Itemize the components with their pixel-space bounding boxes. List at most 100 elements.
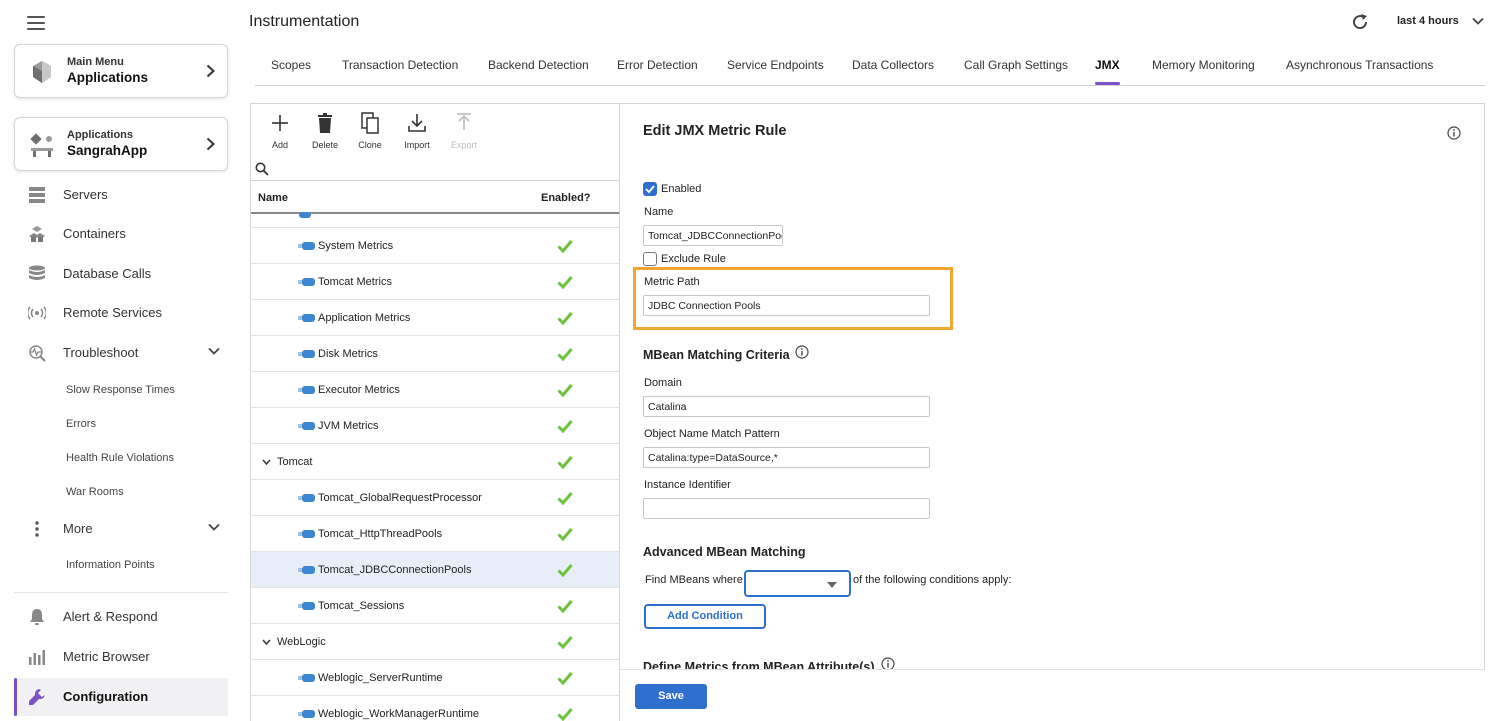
rule-leaf-icon <box>298 422 315 430</box>
hamburger-menu-icon[interactable] <box>27 16 45 30</box>
jmx-rules-panel: Add Delete Clone Import Export Name Enab… <box>250 103 620 721</box>
table-row[interactable]: Executor Metrics <box>251 372 619 408</box>
delete-button[interactable]: Delete <box>305 112 345 150</box>
main-menu-card[interactable]: Main Menu Applications <box>14 44 228 98</box>
info-icon[interactable] <box>1447 126 1461 140</box>
save-button[interactable]: Save <box>635 684 707 709</box>
instance-identifier-input[interactable] <box>643 498 930 519</box>
tree-group-row[interactable]: Tomcat <box>251 444 619 480</box>
metric-path-input[interactable]: JDBC Connection Pools <box>643 295 930 316</box>
rule-leaf-icon <box>298 314 315 322</box>
rule-name-label: Tomcat_GlobalRequestProcessor <box>318 492 482 504</box>
nav-item-remote-services[interactable]: Remote Services <box>14 296 228 330</box>
domain-label: Domain <box>644 377 682 389</box>
column-header-name[interactable]: Name <box>258 192 288 204</box>
page-title: Instrumentation <box>249 13 360 30</box>
rules-table-header: Name Enabled? <box>251 182 619 214</box>
tab-call-graph-settings[interactable]: Call Graph Settings <box>964 58 1068 72</box>
rule-name-label: System Metrics <box>318 240 394 252</box>
add-button[interactable]: Add <box>260 112 300 150</box>
chevron-down-icon[interactable] <box>262 459 271 465</box>
domain-input[interactable]: Catalina <box>643 396 930 417</box>
table-row[interactable]: Tomcat Metrics <box>251 264 619 300</box>
nav-item-metric-browser[interactable]: Metric Browser <box>14 640 228 674</box>
rule-name-label: Weblogic_WorkManagerRuntime <box>318 708 479 720</box>
check-icon <box>557 312 573 325</box>
tab-transaction-detection[interactable]: Transaction Detection <box>342 58 458 72</box>
table-row[interactable]: Tomcat_GlobalRequestProcessor <box>251 480 619 516</box>
table-row[interactable]: Tomcat_Sessions <box>251 588 619 624</box>
nav-subitem-information-points[interactable]: Information Points <box>66 559 155 571</box>
nav-item-label: Configuration <box>63 689 149 704</box>
troubleshoot-icon <box>29 345 46 362</box>
tab-memory-monitoring[interactable]: Memory Monitoring <box>1152 58 1255 72</box>
nav-item-alert-respond[interactable]: Alert & Respond <box>14 600 228 634</box>
tab-scopes[interactable]: Scopes <box>271 58 311 72</box>
check-icon <box>557 636 573 649</box>
export-label: Export <box>450 140 477 150</box>
exclude-rule-checkbox[interactable] <box>643 252 657 266</box>
clone-icon <box>361 112 379 134</box>
refresh-icon[interactable] <box>1350 12 1370 32</box>
exclude-rule-label: Exclude Rule <box>661 253 726 265</box>
rule-group-label: WebLogic <box>277 636 326 648</box>
add-label: Add <box>271 140 288 150</box>
nav-subitem-war-rooms[interactable]: War Rooms <box>66 486 124 498</box>
tab-asynchronous-transactions[interactable]: Asynchronous Transactions <box>1286 58 1433 72</box>
rules-search-input[interactable] <box>273 161 613 178</box>
table-row[interactable]: System Metrics <box>251 228 619 264</box>
tab-backend-detection[interactable]: Backend Detection <box>488 58 589 72</box>
tab-service-endpoints[interactable]: Service Endpoints <box>727 58 824 72</box>
delete-label: Delete <box>311 140 338 150</box>
nav-item-more[interactable]: More <box>14 512 228 546</box>
nav-item-database-calls[interactable]: Database Calls <box>14 257 228 291</box>
table-row[interactable]: Tomcat_HttpThreadPools <box>251 516 619 552</box>
nav-subitem-health-rule-violations[interactable]: Health Rule Violations <box>66 452 174 464</box>
table-row[interactable]: Weblogic_WorkManagerRuntime <box>251 696 619 721</box>
rule-leaf-icon <box>298 350 315 358</box>
rule-name-label: Weblogic_ServerRuntime <box>318 672 443 684</box>
tab-data-collectors[interactable]: Data Collectors <box>852 58 934 72</box>
rule-leaf-icon <box>298 242 315 250</box>
name-input[interactable]: Tomcat_JDBCConnectionPools <box>643 225 783 246</box>
table-row[interactable]: Application Metrics <box>251 300 619 336</box>
chevron-down-icon[interactable] <box>208 523 220 531</box>
containers-icon <box>29 226 45 242</box>
check-icon <box>557 564 573 577</box>
enabled-checkbox[interactable] <box>643 182 657 196</box>
check-icon <box>557 384 573 397</box>
nav-subitem-errors[interactable]: Errors <box>66 418 96 430</box>
rule-leaf-icon <box>299 212 311 218</box>
advanced-mbean-matching-heading: Advanced MBean Matching <box>643 545 806 559</box>
bell-icon <box>30 609 44 625</box>
chevron-down-icon[interactable] <box>1472 17 1484 25</box>
object-name-pattern-input[interactable]: Catalina:type=DataSource,* <box>643 447 930 468</box>
import-button[interactable]: Import <box>397 112 437 150</box>
nav-item-troubleshoot[interactable]: Troubleshoot <box>14 336 228 370</box>
table-row[interactable]: Weblogic_ServerRuntime <box>251 660 619 696</box>
rule-name-label: Tomcat_JDBCConnectionPools <box>318 564 472 576</box>
nav-subitem-slow-response-times[interactable]: Slow Response Times <box>66 384 175 396</box>
application-menu-card[interactable]: Applications SangrahApp <box>14 117 228 171</box>
time-range-selector[interactable]: last 4 hours <box>1397 15 1459 27</box>
tree-group-row[interactable]: WebLogic <box>251 624 619 660</box>
chevron-down-icon[interactable] <box>208 347 220 355</box>
tab-jmx[interactable]: JMX <box>1095 58 1120 85</box>
chevron-right-icon <box>206 137 215 151</box>
clone-label: Clone <box>358 140 382 150</box>
tab-error-detection[interactable]: Error Detection <box>617 58 698 72</box>
match-condition-select[interactable] <box>744 570 851 597</box>
wrench-icon <box>29 689 45 705</box>
column-header-enabled[interactable]: Enabled? <box>541 192 591 204</box>
chevron-down-icon[interactable] <box>262 639 271 645</box>
table-row[interactable]: Disk Metrics <box>251 336 619 372</box>
nav-item-configuration[interactable]: Configuration <box>14 678 228 716</box>
clone-button[interactable]: Clone <box>350 112 390 150</box>
table-row[interactable]: JVM Metrics <box>251 408 619 444</box>
nav-item-servers[interactable]: Servers <box>14 178 228 212</box>
info-icon[interactable] <box>881 657 895 670</box>
info-icon[interactable] <box>795 345 809 359</box>
table-row[interactable]: Tomcat_JDBCConnectionPools <box>251 552 619 588</box>
add-condition-button[interactable]: Add Condition <box>644 604 766 629</box>
nav-item-containers[interactable]: Containers <box>14 217 228 251</box>
